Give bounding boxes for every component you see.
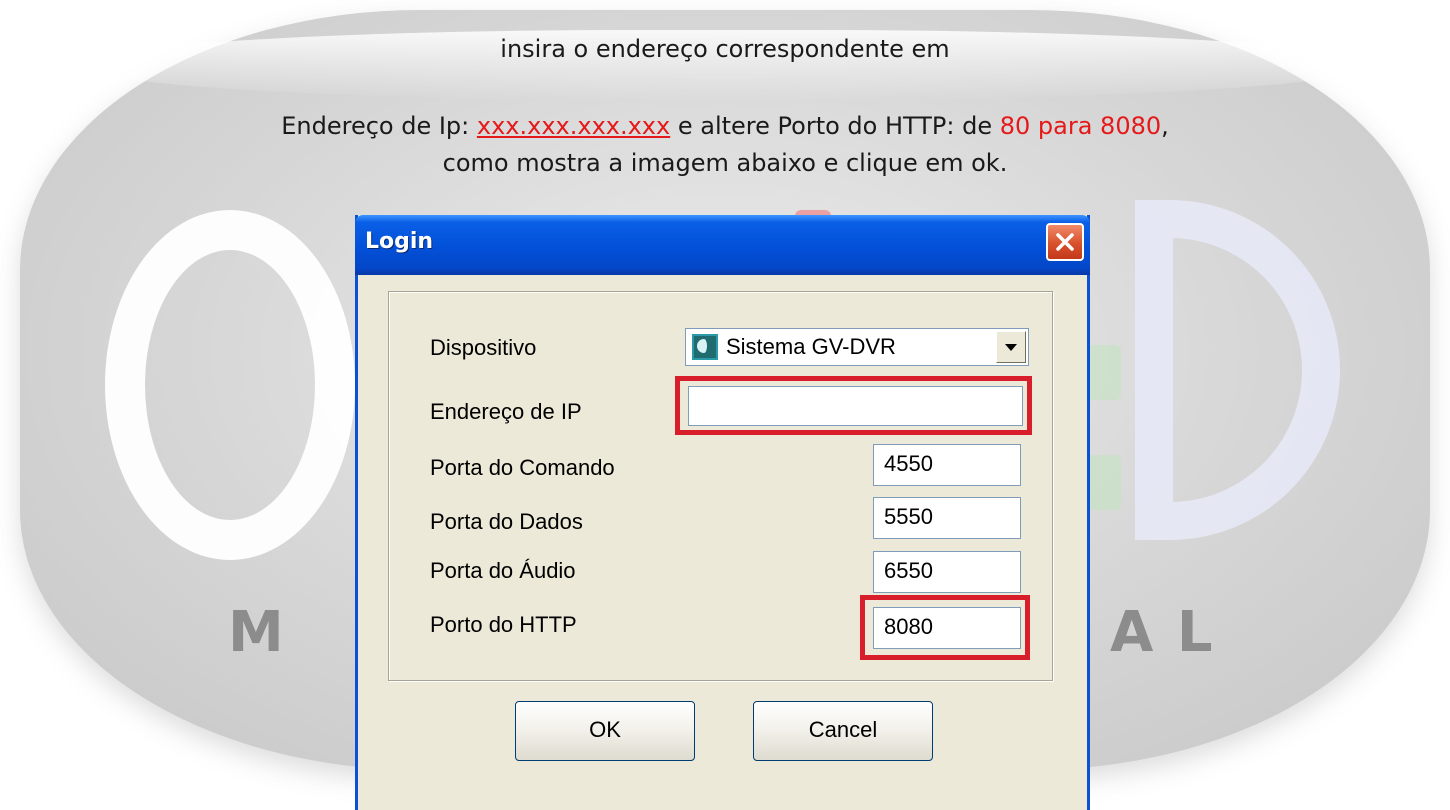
instruction-line-2: Endereço de Ip: xxx.xxx.xxx.xxx e altere… — [0, 112, 1450, 140]
instruction-line-3: como mostra a imagem abaixo e clique em … — [442, 149, 1008, 177]
watermark-letter-o — [105, 210, 355, 560]
watermark-right-letters: A L — [1110, 600, 1215, 665]
audio-port-label: Porta do Áudio — [430, 558, 576, 583]
instruction-ip-placeholder: xxx.xxx.xxx.xxx — [476, 112, 671, 140]
close-button[interactable] — [1046, 223, 1084, 261]
watermark-green-accent-bottom — [1085, 455, 1121, 510]
instruction-suffix: , — [1161, 112, 1169, 140]
instruction-ip-prefix: Endereço de Ip: — [281, 112, 477, 140]
instruction-line-1: insira o endereço correspondente em — [500, 35, 950, 63]
device-label: Dispositivo — [430, 335, 537, 360]
device-select-value: Sistema GV-DVR — [726, 334, 896, 359]
watermark-green-accent-top — [1085, 345, 1121, 400]
device-select[interactable]: Sistema GV-DVR — [685, 328, 1029, 366]
http-port-label: Porto do HTTP — [430, 612, 577, 637]
close-icon — [1056, 233, 1074, 251]
dialog-titlebar[interactable]: Login — [355, 215, 1090, 275]
command-port-input[interactable]: 4550 — [873, 444, 1021, 486]
audio-port-input[interactable]: 6550 — [873, 551, 1021, 593]
dropdown-arrow-icon[interactable] — [996, 331, 1026, 363]
instruction-middle: e altere Porto do HTTP: de — [670, 112, 1000, 140]
cancel-button[interactable]: Cancel — [753, 701, 933, 761]
data-port-input[interactable]: 5550 — [873, 497, 1021, 539]
http-port-highlight — [860, 595, 1030, 660]
ok-button[interactable]: OK — [515, 701, 695, 761]
data-port-label: Porta do Dados — [430, 509, 583, 534]
gv-dvr-icon — [692, 334, 718, 360]
ip-address-label: Endereço de IP — [430, 399, 582, 424]
login-dialog: Login Dispositivo Sistema GV-DVR Endereç… — [355, 215, 1090, 810]
dialog-title: Login — [365, 229, 434, 254]
watermark-left-letter: M — [228, 600, 286, 665]
ip-address-highlight — [675, 376, 1032, 435]
instruction-port-change: 80 para 8080 — [999, 112, 1162, 140]
command-port-label: Porta do Comando — [430, 455, 615, 480]
